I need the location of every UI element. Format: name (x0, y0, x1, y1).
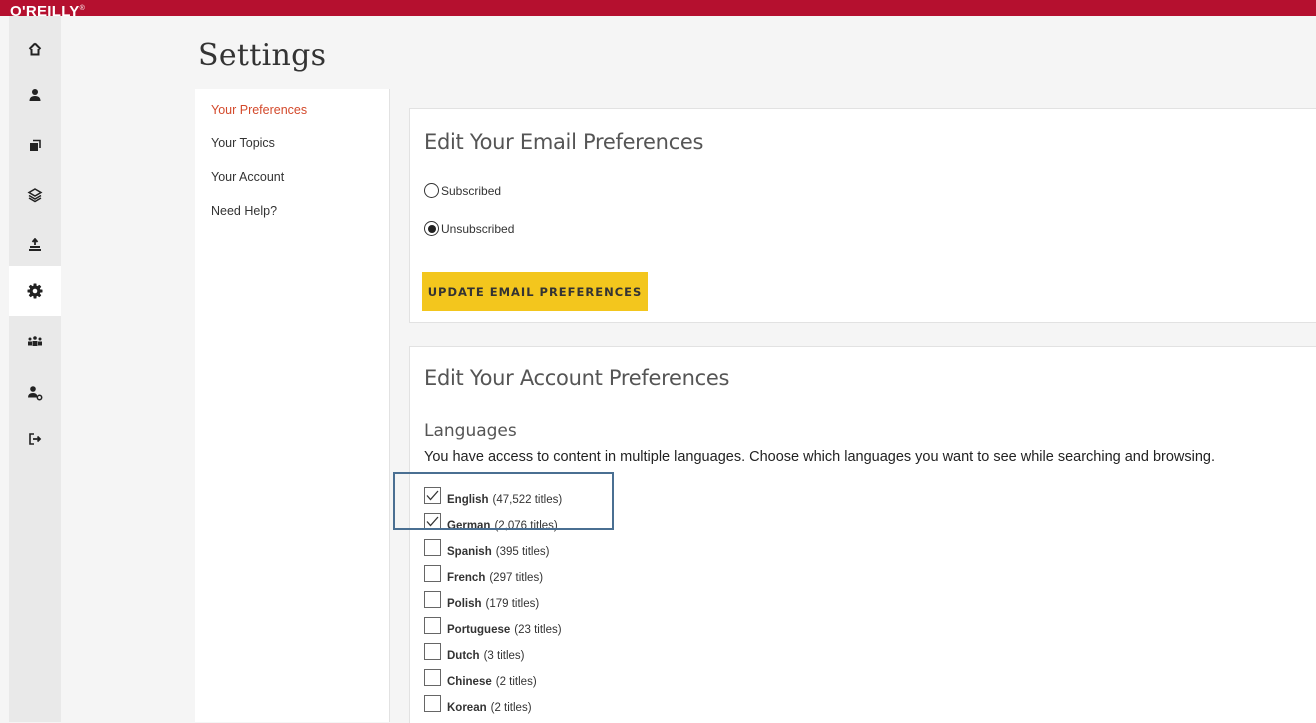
layers-icon (27, 188, 43, 203)
language-name: German (447, 520, 491, 532)
language-item[interactable]: French (297 titles) (424, 558, 562, 584)
language-item[interactable]: Chinese (2 titles) (424, 662, 562, 688)
language-name: Chinese (447, 676, 492, 688)
settings-sidebar: Your Preferences Your Topics Your Accoun… (195, 89, 390, 722)
portuguese-checkbox[interactable] (424, 617, 441, 634)
language-count: (2 titles) (490, 702, 532, 714)
radio-option-subscribed[interactable]: Subscribed (424, 183, 501, 198)
user-gear-icon (28, 386, 43, 401)
rail-item-topics[interactable] (9, 170, 61, 220)
home-icon (28, 42, 42, 56)
sign-out-icon (29, 433, 42, 445)
rail-item-home[interactable] (9, 24, 61, 74)
language-count: (297 titles) (489, 572, 544, 584)
upload-icon (29, 238, 41, 251)
unsubscribed-label: Unsubscribed (441, 222, 515, 236)
oreilly-logo[interactable]: O'REILLY® (10, 2, 85, 16)
rail-item-settings[interactable] (9, 266, 61, 316)
language-item[interactable]: Portuguese (23 titles) (424, 610, 562, 636)
language-item[interactable]: Korean (2 titles) (424, 688, 562, 714)
person-icon (29, 89, 41, 101)
sidebar-item-your-account[interactable]: Your Account (211, 170, 284, 184)
rail-item-team[interactable] (9, 316, 61, 366)
rail-item-highlights[interactable] (9, 220, 61, 270)
language-item[interactable]: German (2,076 titles) (424, 506, 562, 532)
team-icon (28, 336, 42, 346)
gear-icon (27, 283, 43, 299)
account-preferences-card: Edit Your Account Preferences Languages … (409, 346, 1316, 723)
english-checkbox[interactable] (424, 487, 441, 504)
language-count: (3 titles) (483, 650, 525, 662)
language-name: Polish (447, 598, 482, 610)
language-name: English (447, 494, 489, 506)
language-count: (2 titles) (495, 676, 537, 688)
sidebar-item-need-help[interactable]: Need Help? (211, 204, 277, 218)
account-preferences-title: Edit Your Account Preferences (424, 366, 730, 390)
german-checkbox[interactable] (424, 513, 441, 530)
checkmark-icon (426, 516, 439, 527)
language-name: Spanish (447, 546, 492, 558)
language-name: Portuguese (447, 624, 511, 636)
subscribed-label: Subscribed (441, 184, 502, 198)
unsubscribed-radio[interactable] (424, 221, 439, 236)
language-name: Dutch (447, 650, 480, 662)
language-name: French (447, 572, 486, 584)
language-item[interactable]: Polish (179 titles) (424, 584, 562, 610)
rail-item-playlists[interactable] (9, 120, 61, 170)
language-count: (395 titles) (495, 546, 550, 558)
rail-item-sign-out[interactable] (9, 414, 61, 464)
sidebar-item-your-topics[interactable]: Your Topics (211, 136, 275, 150)
radio-selected-dot (427, 224, 436, 233)
korean-checkbox[interactable] (424, 695, 441, 712)
language-item[interactable]: Spanish (395 titles) (424, 532, 562, 558)
language-count: (2,076 titles) (494, 520, 558, 532)
radio-option-unsubscribed[interactable]: Unsubscribed (424, 221, 514, 236)
dutch-checkbox[interactable] (424, 643, 441, 660)
checkmark-icon (426, 490, 439, 501)
language-name: Korean (447, 702, 487, 714)
language-item[interactable]: English (47,522 titles) (424, 480, 562, 506)
spanish-checkbox[interactable] (424, 539, 441, 556)
french-checkbox[interactable] (424, 565, 441, 582)
email-preferences-title: Edit Your Email Preferences (424, 130, 704, 154)
language-count: (47,522 titles) (492, 494, 563, 506)
languages-description: You have access to content in multiple l… (424, 449, 1216, 465)
language-list: English (47,522 titles) German (2,076 titl… (424, 480, 562, 714)
page-title: Settings (198, 38, 327, 73)
language-item[interactable]: Dutch (3 titles) (424, 636, 562, 662)
top-bar: O'REILLY® (0, 0, 1316, 16)
rail-item-admin[interactable] (9, 368, 61, 418)
polish-checkbox[interactable] (424, 591, 441, 608)
chinese-checkbox[interactable] (424, 669, 441, 686)
email-preferences-card: Edit Your Email Preferences Subscribed U… (409, 108, 1316, 323)
language-count: (23 titles) (514, 624, 562, 636)
subscribed-radio[interactable] (424, 183, 439, 198)
playlist-icon (30, 139, 41, 151)
languages-heading: Languages (424, 421, 517, 441)
update-email-preferences-button[interactable]: UPDATE EMAIL PREFERENCES (422, 272, 648, 311)
sidebar-item-your-preferences[interactable]: Your Preferences (211, 103, 307, 117)
icon-rail (9, 16, 61, 722)
rail-item-profile[interactable] (9, 70, 61, 120)
language-count: (179 titles) (485, 598, 540, 610)
